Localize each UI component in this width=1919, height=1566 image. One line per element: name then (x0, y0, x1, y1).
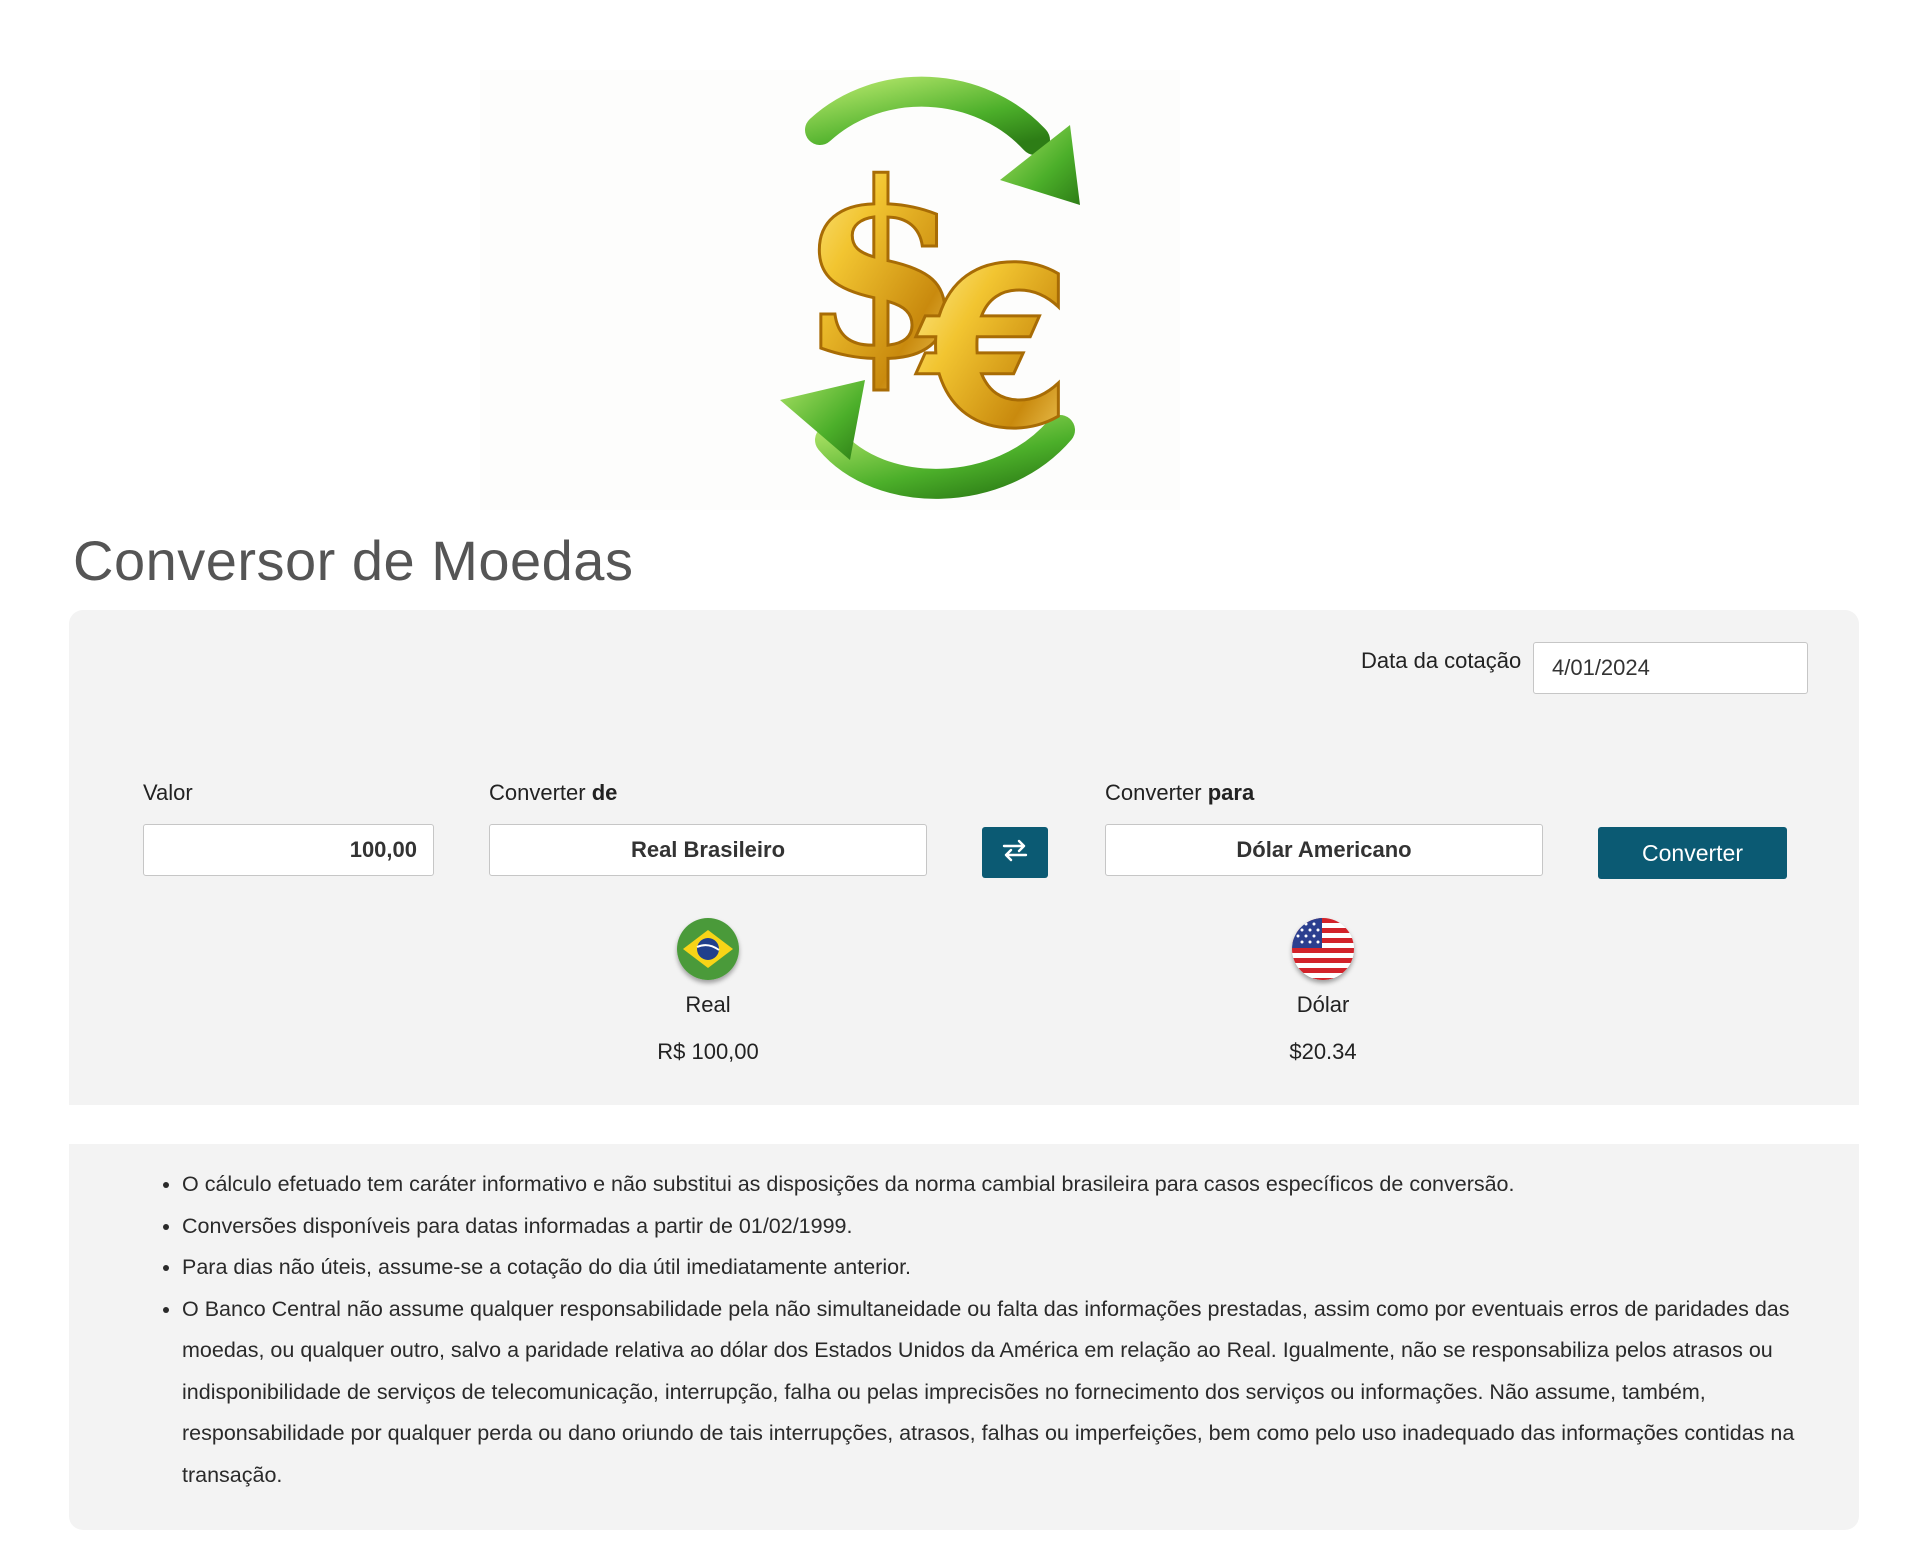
to-currency-amount: $20.34 (1289, 1039, 1357, 1064)
disclaimer-list: O cálculo efetuado tem caráter informati… (69, 1164, 1862, 1496)
to-currency-label: Converter para (1105, 780, 1254, 806)
quote-date-label: Data da cotação (1361, 648, 1522, 673)
disclaimer-item: O Banco Central não assume qualquer resp… (182, 1289, 1862, 1497)
page-title: Conversor de Moedas (73, 529, 634, 592)
brazil-flag-icon (677, 918, 739, 980)
from-currency-amount: R$ 100,00 (657, 1039, 759, 1064)
svg-text:€: € (915, 221, 1073, 477)
disclaimer-panel: O cálculo efetuado tem caráter informati… (69, 1144, 1859, 1530)
from-label-text: Converter (489, 780, 592, 805)
to-currency-select[interactable]: Dólar Americano (1105, 824, 1543, 876)
disclaimer-item: Para dias não úteis, assume-se a cotação… (182, 1247, 1862, 1289)
to-label-text: Converter (1105, 780, 1208, 805)
usa-flag-icon (1292, 918, 1354, 980)
to-currency-name: Dólar (1296, 992, 1350, 1017)
amount-input[interactable]: 100,00 (143, 824, 434, 876)
disclaimer-item: Conversões disponíveis para datas inform… (182, 1206, 1862, 1248)
from-currency-label: Converter de (489, 780, 617, 806)
to-label-bold: para (1207, 780, 1255, 805)
amount-label: Valor (143, 780, 193, 805)
convert-button[interactable]: Converter (1598, 827, 1787, 879)
from-label-bold: de (591, 780, 618, 805)
swap-arrows-icon (1001, 838, 1029, 868)
from-currency-name: Real (685, 992, 731, 1017)
from-currency-select[interactable]: Real Brasileiro (489, 824, 927, 876)
quote-date-input[interactable]: 4/01/2024 (1533, 642, 1808, 694)
swap-currencies-button[interactable] (982, 827, 1048, 878)
disclaimer-item: O cálculo efetuado tem caráter informati… (182, 1164, 1862, 1206)
currency-exchange-hero-image: $ € (480, 70, 1180, 510)
converter-panel: Data da cotação 4/01/2024 Valor 100,00 C… (69, 610, 1859, 1105)
